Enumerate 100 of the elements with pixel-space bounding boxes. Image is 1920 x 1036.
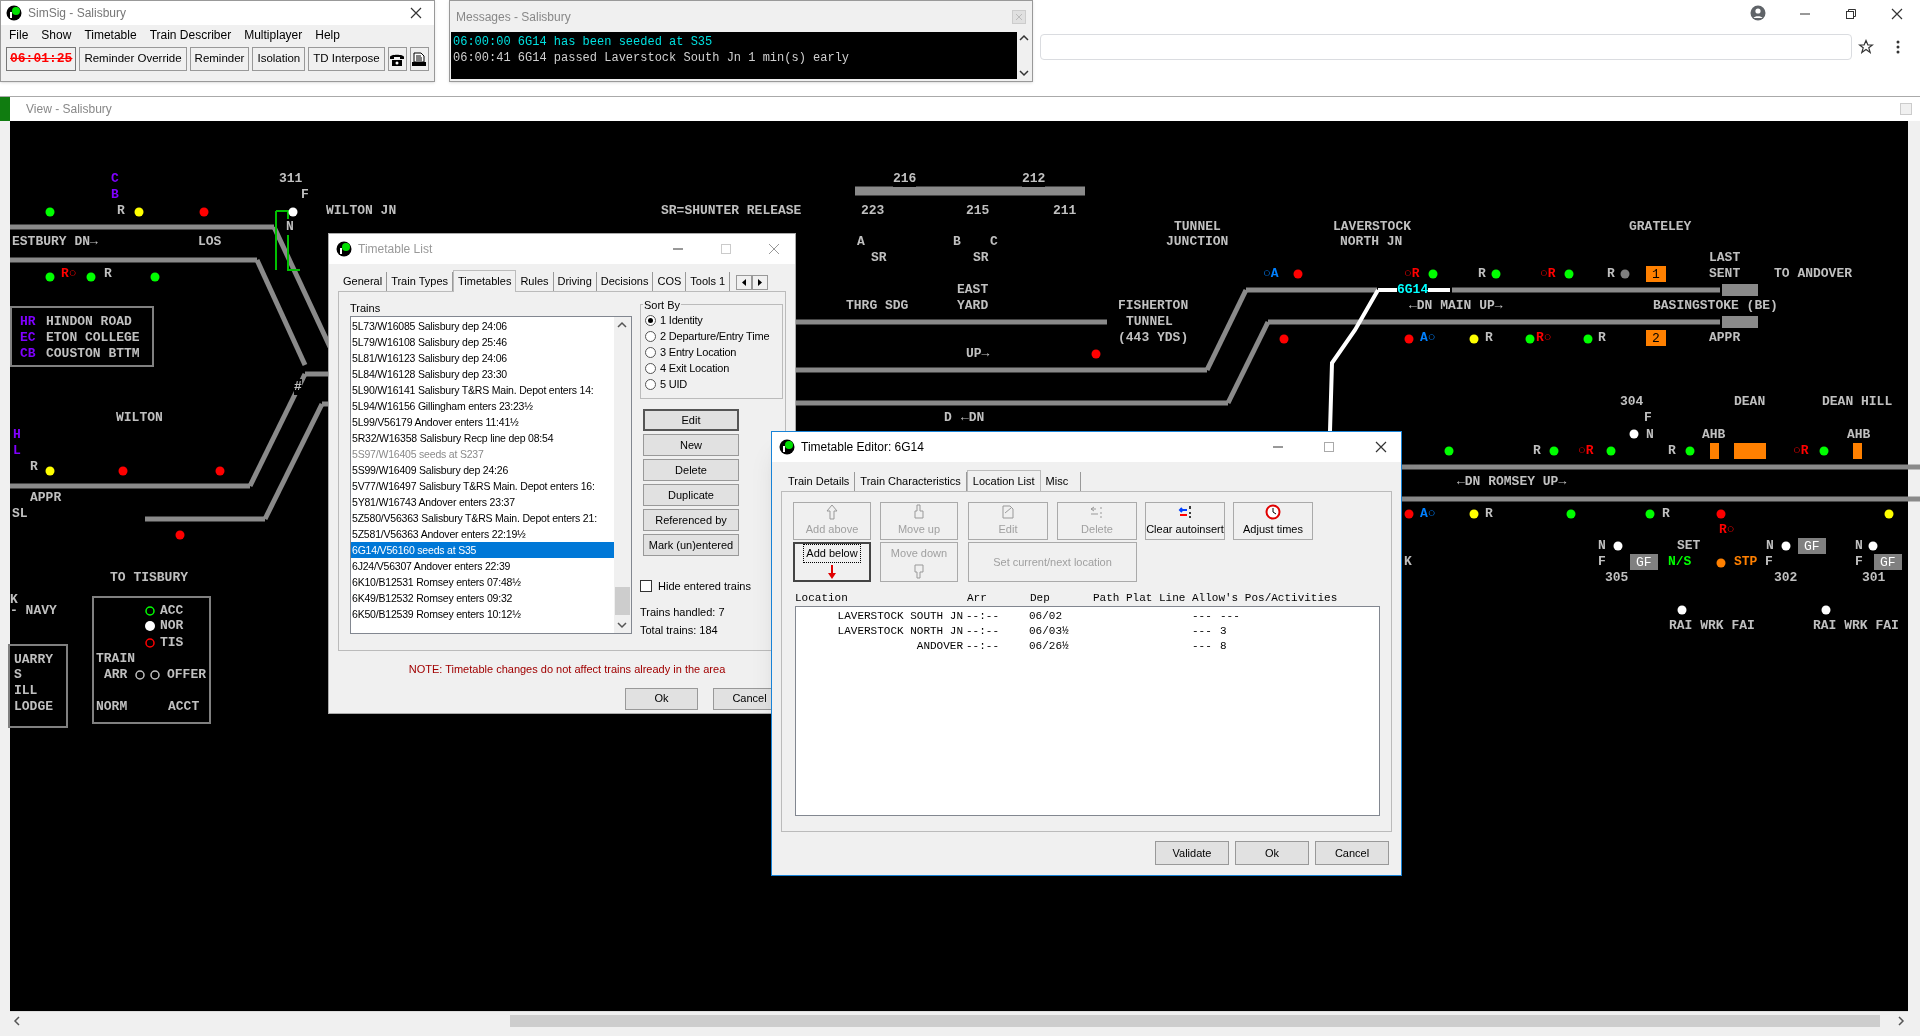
train-row[interactable]: 5L73/W16085 Salisbury dep 24:06: [351, 318, 614, 334]
track-label-box: 1: [1646, 266, 1666, 282]
dialog-button[interactable]: Ok: [1235, 841, 1309, 865]
dialog-button[interactable]: Cancel: [1315, 841, 1389, 865]
toolbar-button[interactable]: Isolation: [252, 47, 306, 71]
train-row[interactable]: 5L94/W16156 Gillingham enters 23:23½: [351, 398, 614, 414]
dialog-button[interactable]: Mark (un)entered: [643, 534, 739, 556]
tab[interactable]: Location List: [966, 470, 1041, 492]
vertical-scrollbar[interactable]: [614, 317, 631, 633]
tool-button[interactable]: Add below: [793, 542, 871, 582]
menu-item[interactable]: Multiplayer: [244, 26, 303, 44]
train-row[interactable]: 6J24/V56307 Andover enters 22:39: [351, 558, 614, 574]
message-line: 06:00:41 6G14 passed Laverstock South Jn 1 min(s) early: [453, 50, 851, 66]
radio-button[interactable]: [645, 378, 656, 390]
hide-entered-checkbox[interactable]: Hide entered trains: [640, 578, 751, 595]
list-label: Trains: [350, 301, 382, 316]
phone-button[interactable]: [387, 47, 407, 71]
tool-button[interactable]: Clear autoinsert: [1145, 502, 1225, 540]
scrollbar-thumb[interactable]: [615, 587, 630, 615]
scrollbar-thumb[interactable]: [510, 1015, 1880, 1027]
signal-light: [118, 466, 128, 476]
train-row[interactable]: 5S99/W16409 Salisbury dep 24:26: [351, 462, 614, 478]
train-row[interactable]: 5Y81/W16743 Andover enters 23:37: [351, 494, 614, 510]
radio-button[interactable]: [645, 362, 656, 374]
diagram-label: BASINGSTOKE (BE): [1653, 298, 1778, 314]
close-icon[interactable]: [1890, 7, 1904, 21]
dialog-button[interactable]: Delete: [643, 459, 739, 481]
sort-radio[interactable]: 2 Departure/Entry Time: [645, 328, 782, 344]
train-row[interactable]: 5Z581/V56363 Andover enters 22:19½: [351, 526, 614, 542]
profile-icon[interactable]: [1750, 5, 1766, 21]
train-row[interactable]: 6G14/V56160 seeds at S35: [351, 542, 614, 558]
signal-light: [1677, 605, 1687, 615]
location-list[interactable]: LAVERSTOCK SOUTH JN --:-- 06/02 --- --- LAVERSTOCK NORTH JN --:-- 06/03½ --- 3 ANDOVER --:-- 06/26½ --- 8: [795, 606, 1380, 816]
document-edit-icon: [1000, 504, 1016, 521]
dialog-button[interactable]: Duplicate: [643, 484, 739, 506]
close-icon[interactable]: [409, 6, 423, 20]
diagram-label: 212: [1022, 171, 1046, 187]
scroll-left-icon[interactable]: [736, 275, 753, 290]
train-row[interactable]: 5L84/W16128 Salisbury dep 23:30: [351, 366, 614, 382]
train-row[interactable]: 5L90/W16141 Salisbury T&RS Main. Depot enters 14:: [351, 382, 614, 398]
train-row[interactable]: 6K49/B12532 Romsey enters 09:32: [351, 590, 614, 606]
signal-light: [288, 207, 298, 217]
time-cell-text: --:--: [965, 624, 1000, 640]
train-list[interactable]: [350, 316, 632, 634]
train-row[interactable]: 6K10/B12531 Romsey enters 07:48½: [351, 574, 614, 590]
menu-icon[interactable]: [1896, 40, 1900, 54]
vertical-scrollbar[interactable]: [1017, 32, 1031, 79]
dialog-button[interactable]: Validate: [1155, 841, 1229, 865]
tab[interactable]: Timetables: [453, 270, 517, 292]
signal-light: [1629, 429, 1639, 439]
train-row[interactable]: 5V77/W16497 Salisbury T&RS Main. Depot enters 16:: [351, 478, 614, 494]
ok-button[interactable]: Ok: [625, 687, 698, 710]
dialog-button[interactable]: Edit: [643, 409, 739, 431]
allowance-cell-text: ---: [1191, 624, 1213, 640]
sort-radio[interactable]: 4 Exit Location: [645, 360, 782, 376]
signal-light: [45, 207, 55, 217]
close-icon[interactable]: [1374, 440, 1388, 454]
scroll-right-icon[interactable]: [752, 275, 769, 290]
train-row[interactable]: 5L81/W16123 Salisbury dep 24:06: [351, 350, 614, 366]
sort-radio[interactable]: 5 UID: [645, 376, 782, 392]
scroll-down-icon[interactable]: [617, 621, 627, 629]
position-cell-text: 3: [1219, 624, 1227, 640]
train-row[interactable]: 6K50/B12539 Romsey enters 10:12½: [351, 606, 614, 622]
scroll-down-icon[interactable]: [1019, 69, 1029, 77]
train-row[interactable]: 5L79/W16108 Salisbury dep 25:46: [351, 334, 614, 350]
scroll-up-icon[interactable]: [617, 321, 627, 329]
track-end-block: [1722, 316, 1758, 328]
menu-item[interactable]: Train Describer: [149, 26, 232, 44]
time-cell-text: --:--: [965, 609, 1000, 625]
radio-button[interactable]: [645, 330, 656, 342]
signal-light: [1819, 446, 1829, 456]
dialog-button[interactable]: New: [643, 434, 739, 456]
train-row[interactable]: 5R32/W16358 Salisbury Recp line dep 08:54: [351, 430, 614, 446]
signal-light: [1404, 509, 1414, 519]
track-end-block: [1722, 284, 1758, 296]
scroll-right-icon[interactable]: [1897, 1016, 1905, 1026]
menu-item[interactable]: Show: [41, 26, 72, 44]
radio-button[interactable]: [645, 346, 656, 358]
scroll-left-icon[interactable]: [13, 1016, 21, 1026]
train-row[interactable]: 5S97/W16405 seeds at S237: [351, 446, 614, 462]
scroll-up-icon[interactable]: [1019, 34, 1029, 42]
train-row[interactable]: 5Z580/V56363 Salisbury T&RS Main. Depot enters 21:: [351, 510, 614, 526]
toolbar-button[interactable]: TD Interpose: [308, 47, 385, 71]
menu-item[interactable]: Help: [315, 26, 340, 44]
menu-item[interactable]: Timetable: [84, 26, 137, 44]
restore-icon[interactable]: [1845, 8, 1857, 20]
star-icon[interactable]: [1858, 39, 1874, 55]
checkbox[interactable]: [640, 580, 652, 593]
sort-radio[interactable]: 3 Entry Location: [645, 344, 782, 360]
dialog-button[interactable]: Referenced by: [643, 509, 739, 531]
radio-button[interactable]: [645, 314, 656, 326]
train-row[interactable]: 5L99/V56179 Andover enters 11:41½: [351, 414, 614, 430]
signal-light: [1821, 605, 1831, 615]
print-button[interactable]: [409, 47, 429, 71]
menu-item[interactable]: File: [9, 26, 29, 44]
clock-button[interactable]: 06:01:25: [6, 47, 77, 71]
tool-button[interactable]: Adjust times: [1233, 502, 1313, 540]
toolbar-button[interactable]: Reminder Override: [79, 47, 187, 71]
sort-radio[interactable]: 1 Identity: [645, 312, 782, 328]
toolbar-button[interactable]: Reminder: [189, 47, 250, 71]
